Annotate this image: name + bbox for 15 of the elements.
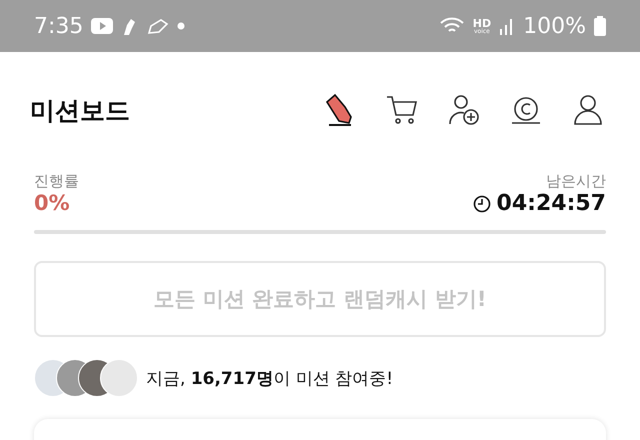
battery-percent: 100% (523, 14, 586, 38)
progress-label: 진행률 (34, 172, 79, 191)
add-user-icon[interactable] (446, 92, 482, 128)
progress-value: 0% (34, 191, 70, 215)
clock-time: 7:35 (34, 14, 84, 38)
avatar-circle (100, 359, 138, 397)
remaining-time-value: 04:24:57 (496, 191, 606, 216)
dot-icon (177, 22, 186, 30)
hd-label: HD (472, 18, 492, 28)
clock-icon (472, 194, 491, 212)
battery-icon (594, 16, 606, 36)
page-title: 미션보드 (30, 94, 131, 126)
remaining-time-label: 남은시간 (546, 172, 606, 191)
video-play-icon (91, 18, 114, 34)
participants-text: 지금, 16,717명이 미션 참여중! (146, 368, 394, 390)
